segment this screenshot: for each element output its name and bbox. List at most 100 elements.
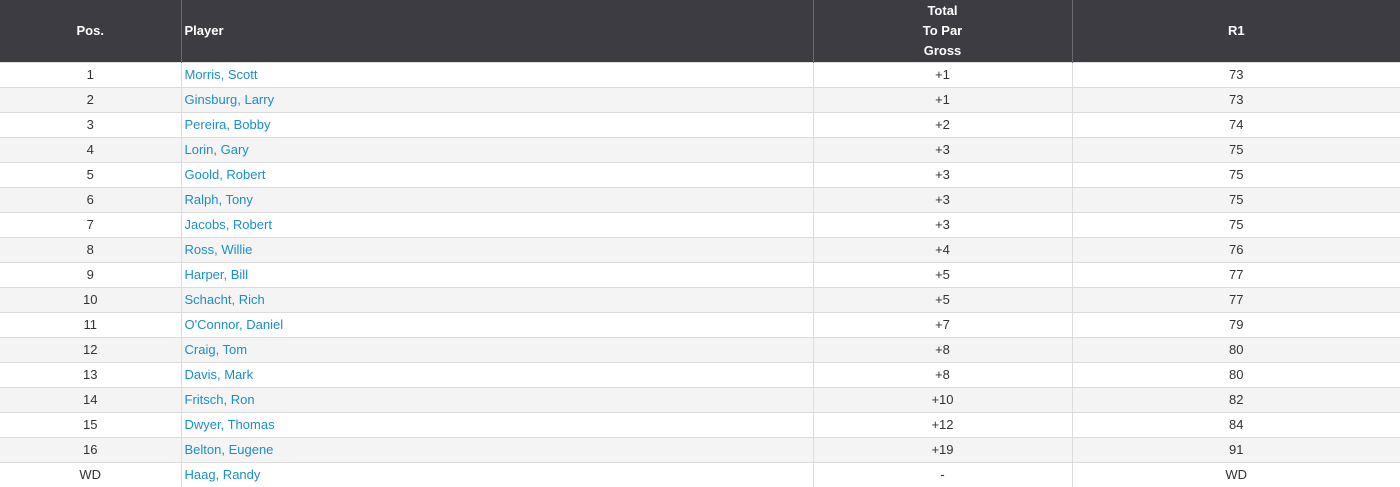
player-link[interactable]: Lorin, Gary [185, 142, 249, 157]
cell-to-par: +3 [813, 136, 1073, 162]
cell-player: Ralph, Tony [181, 186, 814, 212]
player-link[interactable]: Morris, Scott [185, 67, 258, 82]
cell-r1: 75 [1072, 136, 1400, 162]
player-link[interactable]: Haag, Randy [185, 467, 261, 482]
cell-r1: 74 [1072, 111, 1400, 137]
cell-r1: 75 [1072, 211, 1400, 237]
cell-to-par: +5 [813, 286, 1073, 312]
cell-player: Goold, Robert [181, 161, 814, 187]
cell-pos: 1 [0, 61, 182, 87]
table-row: 10 Schacht, Rich +5 77 [0, 286, 1400, 312]
cell-r1: 80 [1072, 361, 1400, 387]
table-row: 4 Lorin, Gary +3 75 [0, 136, 1400, 162]
leaderboard-header: Pos. Player Total To Par Gross R1 [0, 0, 1400, 62]
header-row: Pos. Player Total To Par Gross R1 [0, 0, 1400, 62]
cell-to-par: +2 [813, 111, 1073, 137]
player-link[interactable]: Davis, Mark [185, 367, 254, 382]
cell-player: Haag, Randy [181, 461, 814, 487]
cell-pos: 2 [0, 86, 182, 112]
player-link[interactable]: Ginsburg, Larry [185, 92, 275, 107]
header-r1[interactable]: R1 [1072, 0, 1400, 62]
cell-r1: 82 [1072, 386, 1400, 412]
player-link[interactable]: O'Connor, Daniel [185, 317, 284, 332]
player-link[interactable]: Ross, Willie [185, 242, 253, 257]
table-row: 3 Pereira, Bobby +2 74 [0, 111, 1400, 137]
cell-pos: 5 [0, 161, 182, 187]
player-link[interactable]: Craig, Tom [185, 342, 248, 357]
player-link[interactable]: Fritsch, Ron [185, 392, 255, 407]
cell-r1: 73 [1072, 86, 1400, 112]
header-total-to-par-gross[interactable]: Total To Par Gross [813, 0, 1073, 62]
table-row: 8 Ross, Willie +4 76 [0, 236, 1400, 262]
cell-pos: 6 [0, 186, 182, 212]
cell-pos: 3 [0, 111, 182, 137]
header-pos[interactable]: Pos. [0, 0, 182, 62]
cell-player: Jacobs, Robert [181, 211, 814, 237]
table-row: 13 Davis, Mark +8 80 [0, 361, 1400, 387]
cell-r1: 76 [1072, 236, 1400, 262]
cell-player: Pereira, Bobby [181, 111, 814, 137]
player-link[interactable]: Ralph, Tony [185, 192, 253, 207]
cell-player: Belton, Eugene [181, 436, 814, 462]
cell-player: Morris, Scott [181, 61, 814, 87]
cell-to-par: +4 [813, 236, 1073, 262]
cell-r1: WD [1072, 461, 1400, 487]
table-row: WD Haag, Randy - WD [0, 461, 1400, 487]
cell-pos: 8 [0, 236, 182, 262]
player-link[interactable]: Dwyer, Thomas [185, 417, 275, 432]
cell-player: Ginsburg, Larry [181, 86, 814, 112]
cell-to-par: +12 [813, 411, 1073, 437]
player-link[interactable]: Harper, Bill [185, 267, 249, 282]
header-total-line-3: Gross [923, 42, 962, 58]
table-row: 15 Dwyer, Thomas +12 84 [0, 411, 1400, 437]
cell-pos: 7 [0, 211, 182, 237]
cell-to-par: +3 [813, 186, 1073, 212]
table-row: 1 Morris, Scott +1 73 [0, 61, 1400, 87]
player-link[interactable]: Goold, Robert [185, 167, 266, 182]
cell-to-par: +10 [813, 386, 1073, 412]
player-link[interactable]: Jacobs, Robert [185, 217, 272, 232]
cell-pos: 15 [0, 411, 182, 437]
cell-to-par: +1 [813, 86, 1073, 112]
cell-r1: 77 [1072, 286, 1400, 312]
cell-r1: 79 [1072, 311, 1400, 337]
cell-r1: 91 [1072, 436, 1400, 462]
table-row: 12 Craig, Tom +8 80 [0, 336, 1400, 362]
cell-r1: 80 [1072, 336, 1400, 362]
cell-player: Craig, Tom [181, 336, 814, 362]
table-row: 2 Ginsburg, Larry +1 73 [0, 86, 1400, 112]
leaderboard-body: 1 Morris, Scott +1 73 2 Ginsburg, Larry … [0, 61, 1400, 487]
cell-pos: 13 [0, 361, 182, 387]
cell-to-par: +7 [813, 311, 1073, 337]
table-row: 9 Harper, Bill +5 77 [0, 261, 1400, 287]
cell-r1: 84 [1072, 411, 1400, 437]
cell-player: Davis, Mark [181, 361, 814, 387]
cell-to-par: +5 [813, 261, 1073, 287]
cell-pos: 14 [0, 386, 182, 412]
cell-pos: 4 [0, 136, 182, 162]
cell-player: Ross, Willie [181, 236, 814, 262]
cell-to-par: +8 [813, 336, 1073, 362]
cell-to-par: +3 [813, 211, 1073, 237]
player-link[interactable]: Belton, Eugene [185, 442, 274, 457]
cell-r1: 73 [1072, 61, 1400, 87]
cell-to-par: +8 [813, 361, 1073, 387]
cell-player: Fritsch, Ron [181, 386, 814, 412]
table-row: 14 Fritsch, Ron +10 82 [0, 386, 1400, 412]
player-link[interactable]: Pereira, Bobby [185, 117, 271, 132]
table-row: 6 Ralph, Tony +3 75 [0, 186, 1400, 212]
cell-to-par: +3 [813, 161, 1073, 187]
cell-to-par: - [813, 461, 1073, 487]
cell-player: Harper, Bill [181, 261, 814, 287]
cell-player: Schacht, Rich [181, 286, 814, 312]
cell-r1: 77 [1072, 261, 1400, 287]
player-link[interactable]: Schacht, Rich [185, 292, 265, 307]
cell-r1: 75 [1072, 161, 1400, 187]
table-row: 11 O'Connor, Daniel +7 79 [0, 311, 1400, 337]
table-row: 16 Belton, Eugene +19 91 [0, 436, 1400, 462]
cell-player: O'Connor, Daniel [181, 311, 814, 337]
cell-player: Lorin, Gary [181, 136, 814, 162]
header-player[interactable]: Player [181, 0, 814, 62]
cell-pos: 10 [0, 286, 182, 312]
leaderboard-table: Pos. Player Total To Par Gross R1 1 Morr… [0, 0, 1400, 487]
